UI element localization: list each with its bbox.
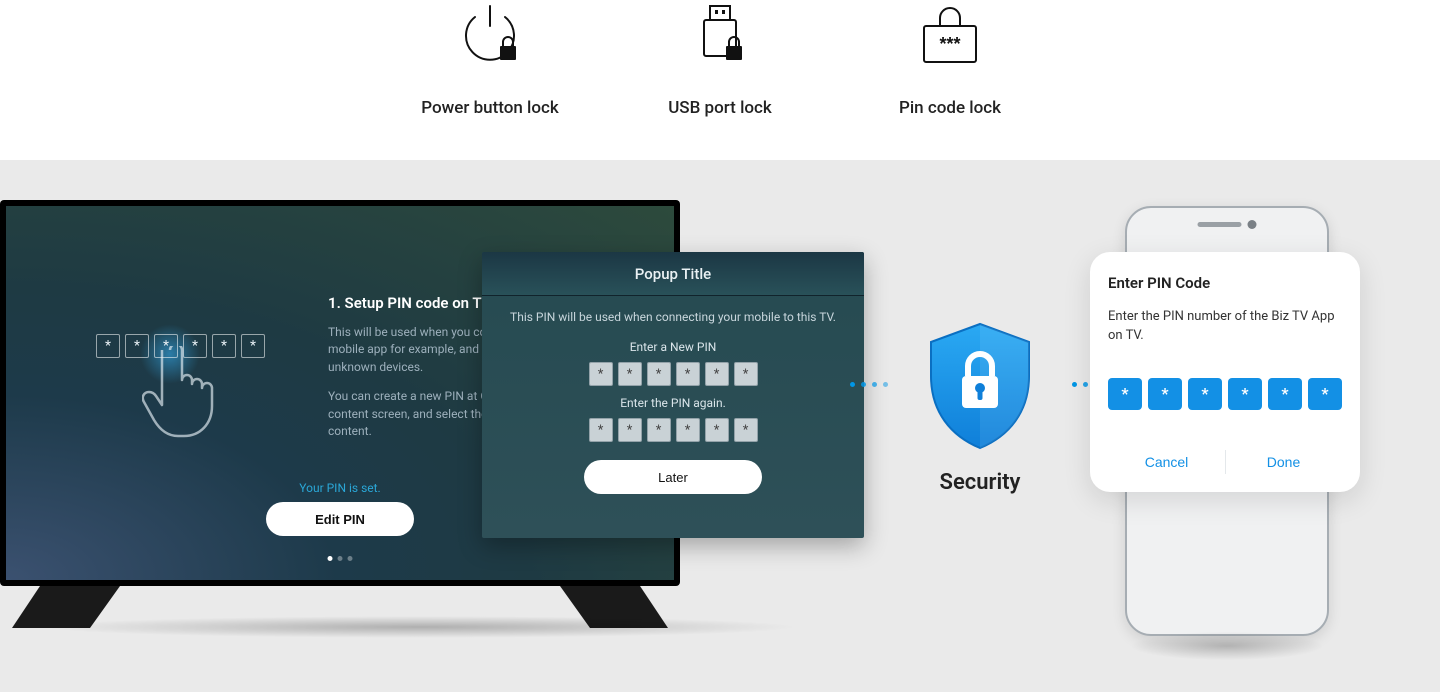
phone-card-title: Enter PIN Code: [1108, 274, 1342, 292]
done-button[interactable]: Done: [1225, 448, 1342, 476]
pin-digit[interactable]: *: [1108, 378, 1142, 410]
feature-power-lock: Power button lock: [410, 0, 570, 118]
pin-digit[interactable]: *: [734, 418, 758, 442]
pin-digit[interactable]: *: [618, 418, 642, 442]
pin-digit[interactable]: *: [705, 362, 729, 386]
security-label: Security: [880, 470, 1080, 495]
phone-card-actions: Cancel Done: [1108, 448, 1342, 476]
phone-shadow: [1132, 632, 1322, 660]
svg-text:***: ***: [939, 34, 960, 54]
touch-hand-icon: [142, 346, 230, 446]
security-shield-icon: [921, 320, 1039, 452]
pin-digit[interactable]: *: [589, 362, 613, 386]
page-dot[interactable]: [328, 556, 333, 561]
phone-card-desc: Enter the PIN number of the Biz TV App o…: [1108, 308, 1342, 346]
popup-enter-new-label: Enter a New PIN: [508, 340, 838, 354]
phone-pin-input: * * * * * *: [1108, 378, 1342, 410]
feature-label: Pin code lock: [899, 98, 1001, 118]
edit-pin-button[interactable]: Edit PIN: [266, 502, 414, 536]
tv-shadow: [40, 616, 800, 638]
feature-label: Power button lock: [421, 98, 559, 118]
pin-digit[interactable]: *: [1148, 378, 1182, 410]
stage: * * * * * * 1. Setup PIN code on TV This…: [0, 160, 1440, 692]
pin-digit[interactable]: *: [647, 362, 671, 386]
phone-pin-card: Enter PIN Code Enter the PIN number of t…: [1090, 252, 1360, 492]
page-dot[interactable]: [338, 556, 343, 561]
security-group: Security: [880, 320, 1080, 495]
page-dot[interactable]: [348, 556, 353, 561]
pin-digit[interactable]: *: [676, 418, 700, 442]
pin-digit[interactable]: *: [676, 362, 700, 386]
pin-digit[interactable]: *: [241, 334, 265, 358]
feature-row: Power button lock USB port lock *** Pin …: [0, 0, 1440, 160]
pin-digit[interactable]: *: [705, 418, 729, 442]
pin-digit[interactable]: *: [647, 418, 671, 442]
popup-title: Popup Title: [482, 252, 864, 296]
later-button[interactable]: Later: [584, 460, 762, 494]
phone-camera: [1248, 220, 1257, 229]
popup-pin-input-confirm: * * * * * *: [508, 418, 838, 442]
feature-label: USB port lock: [668, 98, 772, 118]
connection-dots: [850, 382, 888, 387]
feature-pin-lock: *** Pin code lock: [870, 0, 1030, 118]
pin-digit[interactable]: *: [1228, 378, 1262, 410]
pin-digit[interactable]: *: [1268, 378, 1302, 410]
pin-digit[interactable]: *: [618, 362, 642, 386]
pin-digit[interactable]: *: [1188, 378, 1222, 410]
pin-digit[interactable]: *: [96, 334, 120, 358]
phone-notch: [1198, 220, 1257, 229]
pin-digit[interactable]: *: [1308, 378, 1342, 410]
pin-lock-icon: ***: [910, 0, 990, 70]
pin-digit[interactable]: *: [734, 362, 758, 386]
popup-enter-again-label: Enter the PIN again.: [508, 396, 838, 410]
tv-pin-set-msg: Your PIN is set.: [299, 481, 380, 495]
cancel-button[interactable]: Cancel: [1108, 448, 1225, 476]
feature-usb-lock: USB port lock: [640, 0, 800, 118]
popup-pin-input-new: * * * * * *: [508, 362, 838, 386]
phone-speaker: [1198, 222, 1242, 227]
pin-digit[interactable]: *: [589, 418, 613, 442]
power-lock-icon: [450, 0, 530, 70]
tv-popup: Popup Title This PIN will be used when c…: [482, 252, 864, 538]
page-indicator: [328, 556, 353, 561]
popup-message: This PIN will be used when connecting yo…: [508, 310, 838, 324]
usb-lock-icon: [680, 0, 760, 70]
